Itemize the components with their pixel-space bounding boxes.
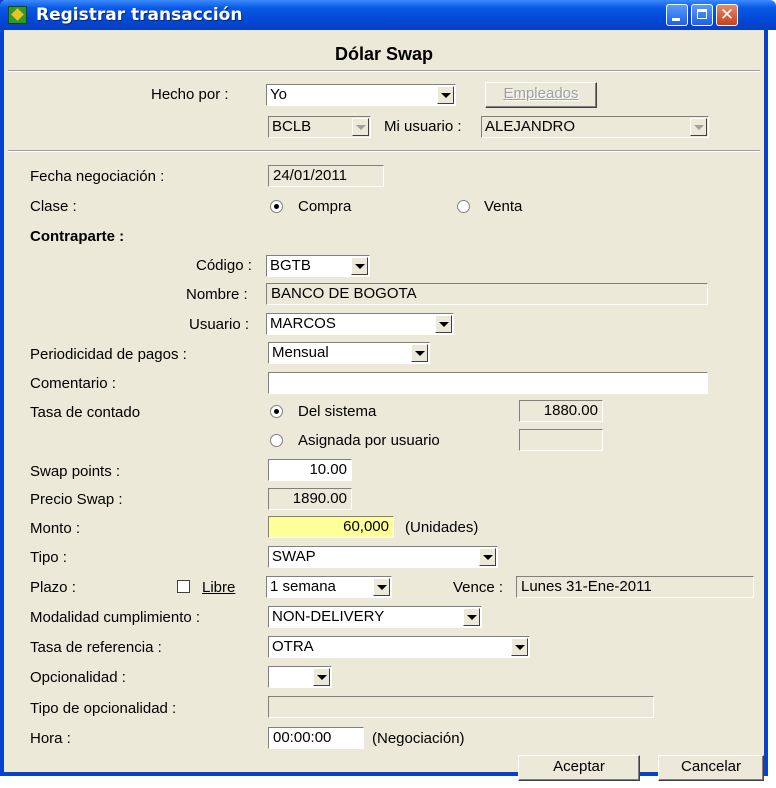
aceptar-label: Aceptar [553, 758, 605, 775]
libre-label[interactable]: Libre [202, 579, 235, 596]
form-heading: Dólar Swap [334, 44, 434, 64]
asignada-label[interactable]: Asignada por usuario [298, 432, 440, 449]
plazo-value: 1 semana [270, 578, 336, 595]
chevron-down-icon[interactable] [373, 578, 390, 596]
window-title: Registrar transacción [36, 5, 243, 25]
periodicidad-value: Mensual [272, 344, 329, 361]
section-divider [8, 150, 760, 152]
tasa-contado-label: Tasa de contado [30, 404, 141, 421]
cancelar-button[interactable]: Cancelar [658, 755, 764, 781]
cancelar-label: Cancelar [680, 758, 742, 775]
compra-label[interactable]: Compra [298, 198, 351, 215]
contraparte-heading: Contraparte : [30, 228, 125, 245]
title-bar[interactable]: Registrar transacción ✕ [0, 0, 776, 30]
close-icon: ✕ [719, 5, 735, 25]
entity-value: BCLB [272, 118, 312, 135]
tasa-sistema-field[interactable]: 1880.00 [519, 400, 603, 422]
app-icon [8, 6, 27, 24]
hecho-por-label: Hecho por : [151, 86, 229, 103]
mi-usuario-select[interactable]: ALEJANDRO [481, 116, 709, 138]
venta-label[interactable]: Venta [484, 198, 522, 215]
nombre-field[interactable]: BANCO DE BOGOTA [266, 283, 708, 305]
empleados-label: Empleados [503, 85, 579, 102]
close-button[interactable]: ✕ [716, 4, 738, 26]
plazo-label: Plazo : [30, 579, 76, 596]
heading-divider [8, 70, 760, 72]
tasa-asignada-field[interactable] [519, 429, 603, 451]
chevron-down-icon[interactable] [313, 668, 330, 686]
periodicidad-select[interactable]: Mensual [268, 342, 430, 364]
tipo-label: Tipo : [30, 549, 67, 566]
comentario-input[interactable] [268, 372, 708, 394]
usuario-value: MARCOS [270, 315, 336, 332]
tipo-value: SWAP [272, 548, 316, 565]
hora-label: Hora : [30, 730, 71, 747]
modalidad-label: Modalidad cumplimiento : [30, 609, 201, 626]
venta-radio[interactable] [457, 200, 470, 213]
minimize-button[interactable] [666, 4, 688, 26]
monto-input[interactable]: 60,000 [268, 516, 394, 538]
chevron-down-icon[interactable] [435, 315, 452, 333]
nombre-label: Nombre : [186, 286, 248, 303]
tasa-referencia-value: OTRA [272, 638, 314, 655]
codigo-value: BGTB [270, 257, 311, 274]
empleados-button[interactable]: Empleados [485, 82, 597, 108]
hora-input[interactable]: 00:00:00 [268, 727, 364, 749]
plazo-select[interactable]: 1 semana [266, 576, 392, 598]
precio-swap-label: Precio Swap : [30, 491, 123, 508]
swap-points-input[interactable]: 10.00 [268, 459, 352, 481]
opcionalidad-select[interactable] [268, 666, 332, 688]
mi-usuario-label: Mi usuario : [384, 118, 462, 135]
hecho-por-select[interactable]: Yo [266, 84, 456, 106]
del-sistema-label[interactable]: Del sistema [298, 403, 376, 420]
tasa-referencia-select[interactable]: OTRA [268, 636, 530, 658]
maximize-button[interactable] [691, 4, 713, 26]
fecha-label: Fecha negociación : [30, 168, 165, 185]
monto-label: Monto : [30, 520, 81, 537]
tipo-opcionalidad-field[interactable] [268, 696, 654, 718]
chevron-down-icon[interactable] [437, 86, 454, 104]
periodicidad-label: Periodicidad de pagos : [30, 346, 187, 363]
entity-select[interactable]: BCLB [268, 116, 371, 138]
modalidad-select[interactable]: NON-DELIVERY [268, 606, 482, 628]
vence-field[interactable]: Lunes 31-Ene-2011 [516, 576, 754, 598]
tipo-select[interactable]: SWAP [268, 546, 498, 568]
usuario-label: Usuario : [189, 316, 250, 333]
codigo-select[interactable]: BGTB [266, 255, 370, 277]
libre-checkbox[interactable] [177, 580, 190, 593]
chevron-down-icon[interactable] [479, 548, 496, 566]
usuario-select[interactable]: MARCOS [266, 313, 454, 335]
codigo-label: Código : [196, 257, 252, 274]
compra-radio[interactable] [270, 200, 283, 213]
hecho-por-value: Yo [270, 86, 287, 103]
comentario-label: Comentario : [30, 375, 116, 392]
del-sistema-radio[interactable] [270, 405, 283, 418]
hora-note: (Negociación) [372, 730, 465, 747]
vence-label: Vence : [453, 579, 504, 596]
libre-text: Libre [202, 579, 236, 596]
tipo-opcionalidad-label: Tipo de opcionalidad : [30, 700, 177, 717]
asignada-radio[interactable] [270, 434, 283, 447]
chevron-down-icon[interactable] [352, 118, 369, 136]
clase-label: Clase : [30, 198, 77, 215]
tasa-referencia-label: Tasa de referencia : [30, 639, 162, 656]
chevron-down-icon[interactable] [351, 257, 368, 275]
fecha-field[interactable]: 24/01/2011 [268, 165, 384, 187]
chevron-down-icon[interactable] [463, 608, 480, 626]
precio-swap-field[interactable]: 1890.00 [268, 488, 352, 510]
monto-unit: (Unidades) [405, 519, 479, 536]
aceptar-button[interactable]: Aceptar [518, 755, 640, 781]
chevron-down-icon[interactable] [411, 344, 428, 362]
mi-usuario-value: ALEJANDRO [485, 118, 576, 135]
swap-points-label: Swap points : [30, 463, 121, 480]
chevron-down-icon[interactable] [690, 118, 707, 136]
opcionalidad-label: Opcionalidad : [30, 669, 126, 686]
chevron-down-icon[interactable] [511, 638, 528, 656]
modalidad-value: NON-DELIVERY [272, 608, 385, 625]
